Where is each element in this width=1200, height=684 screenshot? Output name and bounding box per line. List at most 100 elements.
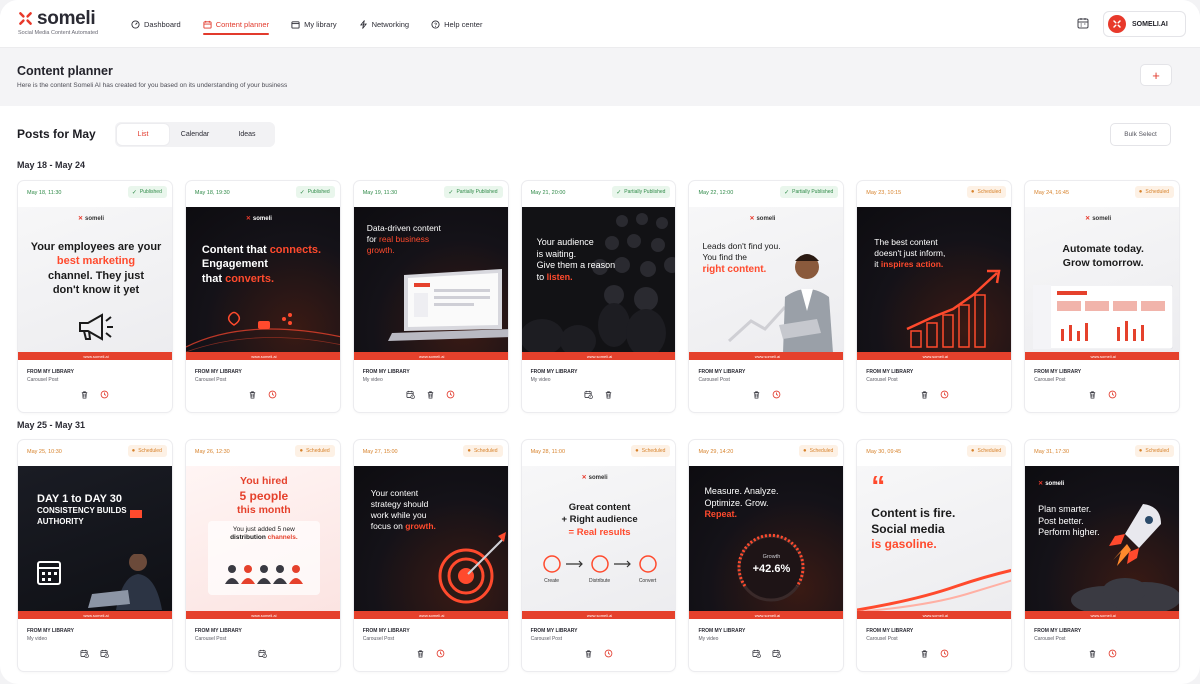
post-card[interactable]: May 28, 11:00 ● Scheduled ✕ someli Great co… (520, 439, 677, 672)
post-thumbnail[interactable]: Data-driven content for real business gr… (353, 207, 508, 360)
post-card[interactable]: May 31, 17:30 ● Scheduled ✕ someli Plan sma… (1024, 439, 1181, 672)
clock-icon[interactable] (1108, 649, 1117, 658)
tab-ideas[interactable]: Ideas (221, 124, 273, 145)
nav-my-library[interactable]: My library (291, 0, 337, 48)
post-card[interactable]: May 23, 10:15 ● Scheduled The best content… (856, 180, 1013, 413)
clock-icon[interactable] (436, 649, 445, 658)
clock-icon[interactable] (940, 390, 949, 399)
post-format: Carousel Post (1034, 377, 1066, 383)
post-thumbnail[interactable]: Your content strategy should work while … (353, 466, 508, 619)
tab-calendar[interactable]: Calendar (169, 124, 221, 145)
thumb-headline: Measure. Analyze. Optimize. Grow. Repeat… (704, 486, 840, 521)
post-thumbnail[interactable]: You hired 5 people this month You just a… (185, 466, 340, 619)
reschedule-icon[interactable] (752, 649, 761, 658)
trash-icon[interactable] (584, 649, 593, 658)
someli-logo-icon: ✕ (245, 216, 251, 222)
brand-logo[interactable]: someli Social Media Content Automated (17, 8, 117, 39)
nav-help-center[interactable]: Help center (431, 0, 482, 48)
status-label: Partially Published (624, 189, 666, 195)
post-thumbnail[interactable]: DAY 1 to DAY 30 CONSISTENCY BUILDS AUTHO… (18, 466, 172, 619)
headline-line: Your content (370, 488, 419, 498)
headline-line: doesn't just inform, (874, 248, 946, 259)
reschedule-icon[interactable] (80, 649, 90, 658)
post-format: Carousel Post (194, 377, 227, 383)
post-thumbnail[interactable]: Measure. Analyze. Optimize. Grow. Repeat… (689, 466, 844, 619)
post-format: Carousel Post (698, 377, 730, 383)
thumb-footer: www.someli.ai (857, 611, 1012, 619)
trash-icon[interactable] (920, 649, 929, 658)
post-card[interactable]: May 18, 19:30 ✓ Published ✕ someli Content … (184, 180, 341, 413)
account-switcher[interactable]: SOMELI.AI (1103, 11, 1186, 37)
post-thumbnail[interactable]: ✕ someli Your employees are your best mar… (18, 207, 172, 360)
headline-text: for (366, 234, 379, 245)
headline-highlight: growth. (405, 521, 436, 532)
post-card[interactable]: May 22, 12:00 ✓ Partially Published ✕ somel… (688, 180, 845, 413)
nav-content-planner[interactable]: Content planner (202, 0, 270, 48)
scheduled-dot-icon: ● (131, 448, 136, 454)
nav-dashboard[interactable]: Dashboard (131, 0, 181, 48)
status-badge: ✓ Partially Published (612, 186, 671, 198)
post-format: My video (27, 636, 48, 642)
post-card[interactable]: May 29, 14:20 ● Scheduled Measure. Analyze… (688, 439, 845, 672)
post-thumbnail[interactable]: The best content doesn't just inform, it… (857, 207, 1012, 360)
clock-icon[interactable] (940, 649, 949, 658)
headline-line: Measure. Analyze. (704, 486, 779, 496)
trash-icon[interactable] (920, 390, 929, 399)
post-card[interactable]: May 21, 20:00 ✓ Partially Published Your a… (520, 180, 677, 413)
clock-icon[interactable] (100, 390, 109, 399)
trash-icon[interactable] (426, 390, 435, 399)
thumb-logo: ✕ someli (582, 474, 608, 482)
post-card[interactable]: May 27, 15:00 ● Scheduled Your content str… (352, 439, 509, 672)
post-date: May 29, 14:20 (698, 449, 734, 455)
nav-networking[interactable]: Networking (359, 0, 409, 48)
trash-icon[interactable] (604, 390, 613, 399)
post-thumbnail[interactable]: ✕ someli Leads don't find you. You find t… (689, 207, 844, 360)
reschedule-icon[interactable] (584, 390, 593, 399)
clock-icon[interactable] (1108, 390, 1117, 399)
post-card[interactable]: May 24, 16:45 ● Scheduled ✕ someli Automate… (1024, 180, 1181, 413)
post-card-header: May 25, 10:30 ● Scheduled (18, 440, 172, 466)
post-date: May 27, 15:00 (362, 449, 398, 455)
clock-icon[interactable] (604, 649, 613, 658)
thumb-footer: www.someli.ai (521, 611, 676, 619)
post-thumbnail[interactable]: “ Content is fire. Social media is gasol… (857, 466, 1012, 619)
calendar-view-icon[interactable] (1077, 17, 1089, 29)
post-card[interactable]: May 18, 11:30 ✓ Published ✕ someli Your emp… (17, 180, 173, 413)
post-card[interactable]: May 19, 11:30 ✓ Partially Published Data-d… (352, 180, 509, 413)
clock-icon[interactable] (268, 390, 277, 399)
trash-icon[interactable] (248, 390, 257, 399)
post-thumbnail[interactable]: Your audience is waiting. Give them a re… (521, 207, 676, 360)
post-thumbnail[interactable]: ✕ someli Automate today. Grow tomorrow. w… (1025, 207, 1180, 360)
trash-icon[interactable] (80, 390, 89, 399)
bulk-select-button[interactable]: Bulk Select (1110, 123, 1171, 146)
post-card-header: May 22, 12:00 ✓ Partially Published (689, 181, 843, 207)
businessman-laptop-image (728, 254, 834, 353)
reschedule-icon[interactable] (772, 649, 781, 658)
post-card[interactable]: May 30, 09:45 ● Scheduled “ Content is fir… (856, 439, 1013, 672)
trash-icon[interactable] (1088, 649, 1097, 658)
week-label: May 25 - May 31 (17, 420, 86, 430)
post-card[interactable]: May 25, 10:30 ● Scheduled DAY 1 to DAY 30 … (17, 439, 173, 672)
clock-icon[interactable] (446, 390, 455, 399)
post-thumbnail[interactable]: ✕ someli Content that connects. Engagemen… (185, 207, 340, 360)
thumb-footer: www.someli.ai (185, 352, 340, 360)
post-card[interactable]: May 26, 12:30 ● Scheduled You hired 5 peop… (184, 439, 341, 672)
post-format: My video (530, 377, 551, 383)
trash-icon[interactable] (416, 649, 425, 658)
reschedule-icon[interactable] (100, 649, 110, 658)
scheduled-dot-icon: ● (299, 448, 304, 454)
post-thumbnail[interactable]: ✕ someli Plan smarter. Post better. Perfo… (1025, 466, 1180, 619)
thumb-logo: ✕ someli (1085, 215, 1111, 223)
clock-icon[interactable] (772, 390, 781, 399)
headline-line: You hired (240, 475, 288, 487)
reschedule-icon[interactable] (406, 390, 415, 399)
headline-line: AUTHORITY (37, 516, 84, 526)
trash-icon[interactable] (1088, 390, 1097, 399)
trash-icon[interactable] (752, 390, 761, 399)
tab-list[interactable]: List (117, 124, 169, 145)
thumb-headline: Data-driven content for real business gr… (367, 223, 507, 256)
post-thumbnail[interactable]: ✕ someli Great content + Right audience =… (521, 466, 676, 619)
reschedule-icon[interactable] (258, 649, 268, 658)
add-post-button[interactable]: + (1140, 64, 1172, 86)
headline-line: + Right audience (561, 514, 638, 526)
